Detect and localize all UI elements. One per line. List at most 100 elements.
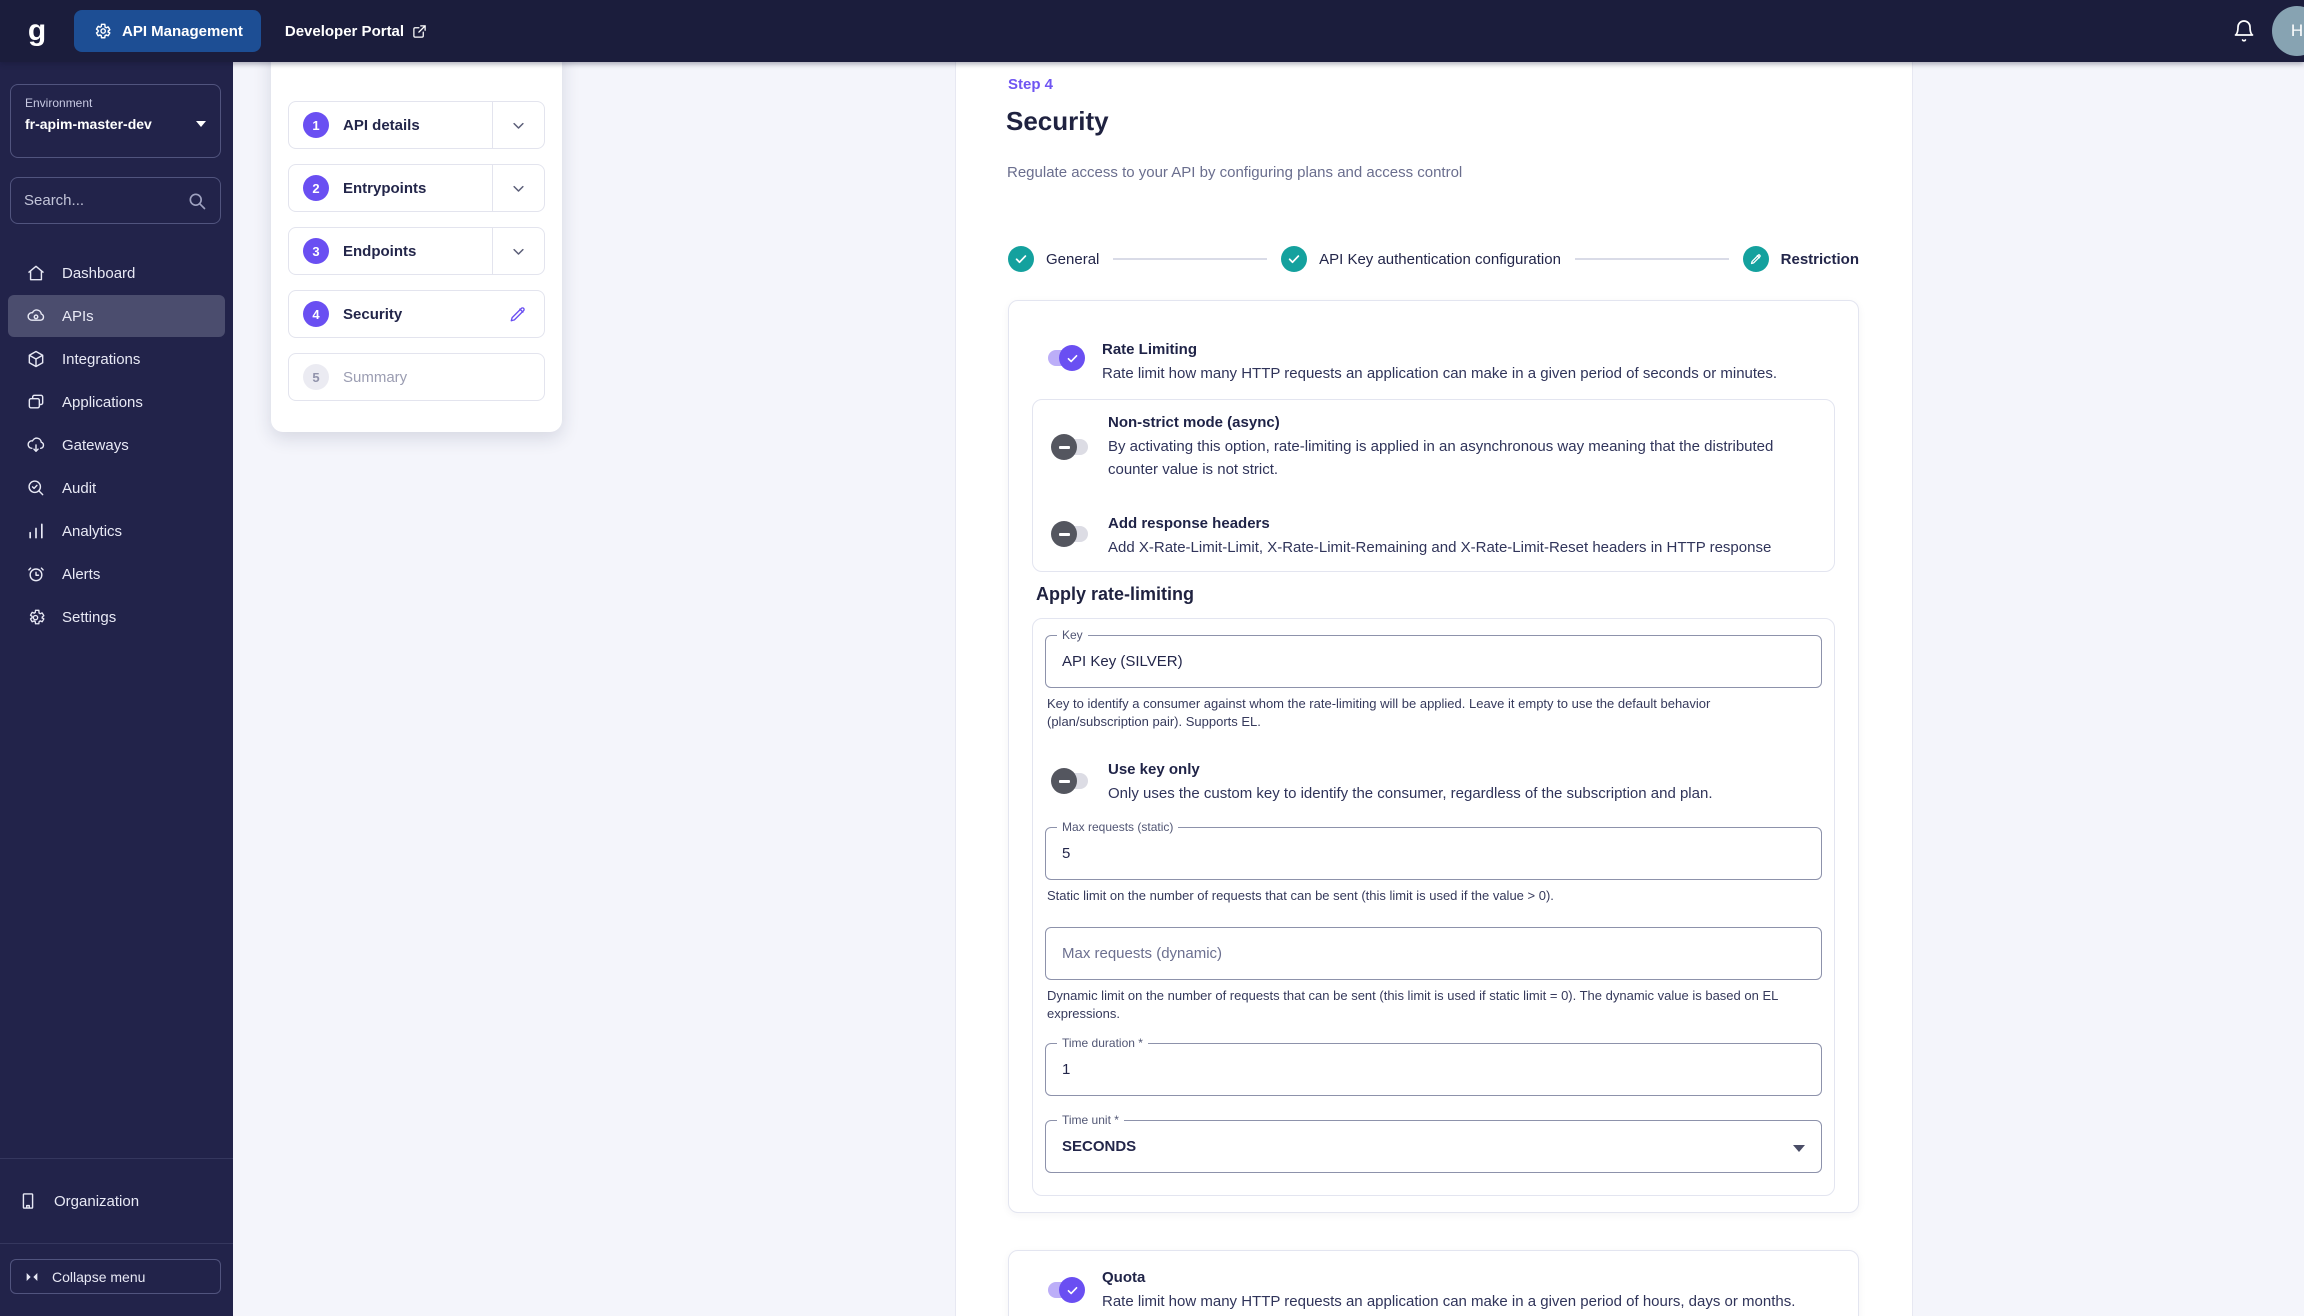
external-link-icon bbox=[412, 24, 427, 39]
chevron-down-icon bbox=[196, 121, 206, 127]
key-field-label: Key bbox=[1057, 628, 1088, 642]
sidebar-item-applications[interactable]: Applications bbox=[8, 381, 225, 423]
gear-icon bbox=[92, 21, 112, 41]
minus-icon bbox=[1058, 532, 1070, 536]
collapse-menu-button[interactable]: Collapse menu bbox=[10, 1259, 221, 1294]
step-indicator: Step 4 bbox=[1008, 76, 1054, 93]
sidebar-item-organization[interactable]: Organization bbox=[8, 1180, 225, 1222]
gravitee-logo-icon: g bbox=[27, 14, 47, 47]
step-number-badge: 1 bbox=[303, 112, 329, 138]
quota-desc: Rate limit how many HTTP requests an app… bbox=[1102, 1293, 1796, 1310]
environment-label: Environment bbox=[25, 96, 93, 110]
sidebar-item-integrations[interactable]: Integrations bbox=[8, 338, 225, 380]
wizard-step-endpoints[interactable]: 3 Endpoints bbox=[288, 227, 545, 275]
sidebar-item-label: Dashboard bbox=[62, 264, 136, 282]
building-icon bbox=[18, 1191, 38, 1211]
rate-limiting-toggle[interactable] bbox=[1045, 345, 1085, 371]
step-number-badge: 3 bbox=[303, 238, 329, 264]
max-requests-static-input[interactable]: Max requests (static) 5 bbox=[1045, 820, 1822, 880]
rate-limiting-options-box: Non-strict mode (async) By activating th… bbox=[1032, 399, 1835, 572]
page: g API Management Developer Portal H Envi… bbox=[0, 0, 2304, 1316]
step-label: Entrypoints bbox=[343, 179, 427, 197]
non-strict-toggle[interactable] bbox=[1051, 434, 1091, 460]
progress-step-apikey-config[interactable]: API Key authentication configuration bbox=[1319, 251, 1561, 268]
pencil-icon[interactable] bbox=[492, 291, 544, 337]
collapse-menu-label: Collapse menu bbox=[52, 1268, 146, 1285]
sidebar-item-label: Organization bbox=[54, 1192, 140, 1210]
sidebar-item-label: Audit bbox=[62, 479, 97, 497]
max-static-helper-text: Static limit on the number of requests t… bbox=[1047, 888, 1554, 903]
sidebar-item-audit[interactable]: Audit bbox=[8, 467, 225, 509]
time-unit-field-value: SECONDS bbox=[1062, 1138, 1137, 1155]
sidebar-item-gateways[interactable]: Gateways bbox=[8, 424, 225, 466]
wizard-step-security[interactable]: 4 Security bbox=[288, 290, 545, 338]
cloud-download-icon bbox=[26, 435, 46, 455]
response-headers-label: Add response headers bbox=[1108, 515, 1270, 532]
non-strict-row: Non-strict mode (async) By activating th… bbox=[1051, 412, 1814, 481]
user-avatar[interactable]: H bbox=[2272, 6, 2304, 56]
topbar-right: H bbox=[2232, 0, 2304, 62]
search-icon bbox=[187, 191, 207, 211]
use-key-only-toggle[interactable] bbox=[1051, 768, 1091, 794]
developer-portal-label: Developer Portal bbox=[284, 22, 405, 40]
step-label: Security bbox=[343, 305, 403, 323]
rate-limiting-card: Rate Limiting Rate limit how many HTTP r… bbox=[1008, 300, 1859, 1213]
quota-toggle[interactable] bbox=[1045, 1277, 1085, 1303]
time-duration-field-label: Time duration * bbox=[1057, 1036, 1148, 1050]
max-requests-dynamic-input[interactable]: Max requests (dynamic) bbox=[1045, 927, 1822, 980]
chevron-down-icon[interactable] bbox=[492, 228, 544, 274]
key-field-value: API Key (SILVER) bbox=[1062, 653, 1183, 670]
minus-icon bbox=[1058, 445, 1070, 449]
max-dynamic-helper-text: Dynamic limit on the number of requests … bbox=[1047, 988, 1778, 1021]
magnifier-check-icon bbox=[26, 478, 46, 498]
key-input[interactable]: Key API Key (SILVER) bbox=[1045, 628, 1822, 688]
use-key-only-desc: Only uses the custom key to identify the… bbox=[1108, 785, 1713, 802]
environment-value: fr-apim-master-dev bbox=[25, 116, 152, 132]
windows-icon bbox=[26, 392, 46, 412]
developer-portal-link[interactable]: Developer Portal bbox=[285, 23, 427, 40]
progress-step-general[interactable]: General bbox=[1046, 251, 1099, 268]
divider bbox=[0, 1243, 233, 1244]
check-icon bbox=[1059, 1277, 1085, 1303]
sidebar-item-alerts[interactable]: Alerts bbox=[8, 553, 225, 595]
max-static-field-value: 5 bbox=[1062, 845, 1071, 862]
wizard-step-entrypoints[interactable]: 2 Entrypoints bbox=[288, 164, 545, 212]
use-key-only-row: Use key only Only uses the custom key to… bbox=[1051, 759, 1822, 805]
step-label: API details bbox=[343, 116, 420, 134]
step-number-badge: 5 bbox=[303, 364, 329, 390]
quota-row: Quota Rate limit how many HTTP requests … bbox=[1045, 1267, 1840, 1313]
bar-chart-icon bbox=[26, 521, 46, 541]
response-headers-toggle[interactable] bbox=[1051, 521, 1091, 547]
sidebar: Environment fr-apim-master-dev Search...… bbox=[0, 62, 233, 1316]
sidebar-item-settings[interactable]: Settings bbox=[8, 596, 225, 638]
security-progress-stepper: General API Key authentication configura… bbox=[1008, 246, 1859, 272]
key-helper-text: Key to identify a consumer against whom … bbox=[1047, 696, 1711, 729]
minus-icon bbox=[1058, 779, 1070, 783]
non-strict-desc: By activating this option, rate-limiting… bbox=[1108, 438, 1774, 478]
notifications-bell-icon[interactable] bbox=[2232, 19, 2256, 43]
sidebar-nav: Dashboard APIs Integrations Applications bbox=[0, 252, 233, 639]
apply-rate-limiting-heading: Apply rate-limiting bbox=[1036, 584, 1195, 604]
check-circle-icon bbox=[1281, 246, 1308, 272]
progress-step-restriction[interactable]: Restriction bbox=[1781, 251, 1859, 268]
sidebar-item-analytics[interactable]: Analytics bbox=[8, 510, 225, 552]
time-unit-select[interactable]: Time unit * SECONDS bbox=[1045, 1113, 1822, 1173]
sidebar-item-label: Applications bbox=[62, 393, 143, 411]
rate-limiting-label: Rate Limiting bbox=[1102, 341, 1198, 358]
non-strict-label: Non-strict mode (async) bbox=[1108, 414, 1280, 431]
sidebar-item-apis[interactable]: APIs bbox=[8, 295, 225, 337]
check-circle-icon bbox=[1008, 246, 1034, 272]
sidebar-search-input[interactable]: Search... bbox=[10, 177, 221, 224]
time-duration-input[interactable]: Time duration * 1 bbox=[1045, 1036, 1822, 1096]
wizard-step-api-details[interactable]: 1 API details bbox=[288, 101, 545, 149]
max-dynamic-placeholder: Max requests (dynamic) bbox=[1062, 945, 1223, 962]
api-management-button[interactable]: API Management bbox=[74, 10, 261, 52]
environment-selector[interactable]: Environment fr-apim-master-dev bbox=[10, 84, 221, 158]
sidebar-item-label: Analytics bbox=[62, 522, 123, 540]
chevron-down-icon[interactable] bbox=[492, 165, 544, 211]
page-subtitle: Regulate access to your API by configuri… bbox=[1007, 164, 1463, 181]
chevron-down-icon[interactable] bbox=[492, 102, 544, 148]
check-icon bbox=[1059, 345, 1085, 371]
response-headers-row: Add response headers Add X-Rate-Limit-Li… bbox=[1051, 513, 1814, 559]
sidebar-item-dashboard[interactable]: Dashboard bbox=[8, 252, 225, 294]
